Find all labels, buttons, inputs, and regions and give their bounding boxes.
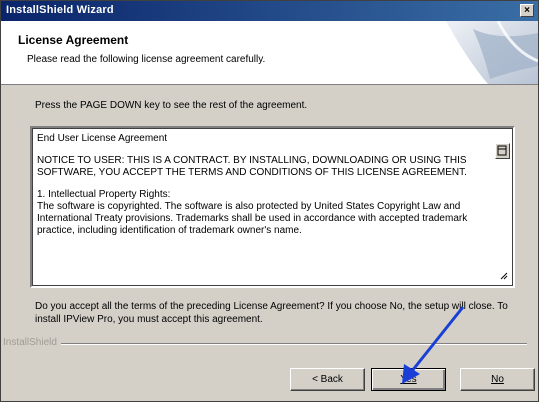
footer-divider: [61, 343, 527, 345]
license-heading: End User License Agreement: [37, 133, 168, 144]
accept-question: Do you accept all the terms of the prece…: [35, 301, 508, 325]
installer-window: InstallShield Wizard × License Agreement…: [0, 0, 539, 402]
page-subtitle: Please read the following license agreem…: [27, 54, 266, 65]
yes-button[interactable]: Yes: [371, 368, 446, 391]
scroll-thumb-icon: [497, 145, 507, 156]
license-text-area[interactable]: End User License Agreement NOTICE TO USE…: [30, 126, 515, 288]
page-title: License Agreement: [18, 33, 129, 47]
license-notice: NOTICE TO USER: THIS IS A CONTRACT. BY I…: [37, 155, 467, 178]
title-bar[interactable]: InstallShield Wizard ×: [1, 1, 538, 21]
window-title: InstallShield Wizard: [6, 4, 114, 16]
back-button[interactable]: < Back: [290, 368, 365, 391]
license-content: End User License Agreement NOTICE TO USE…: [37, 133, 491, 282]
no-button[interactable]: No: [460, 368, 535, 391]
instructions-text: Press the PAGE DOWN key to see the rest …: [35, 100, 308, 111]
resize-grip-icon: [500, 272, 507, 280]
yes-button-label: Yes: [400, 374, 417, 385]
scroll-thumb[interactable]: [495, 143, 510, 159]
wizard-header: License Agreement Please read the follow…: [1, 21, 538, 85]
vertical-scrollbar[interactable]: [495, 131, 510, 283]
close-icon: ×: [524, 5, 530, 16]
installshield-brand: InstallShield: [3, 337, 57, 348]
license-section-title: 1. Intellectual Property Rights:: [37, 189, 171, 200]
license-section-body: The software is copyrighted. The softwar…: [37, 201, 468, 236]
header-graphic: [428, 21, 538, 84]
back-button-label: < Back: [312, 374, 343, 385]
scroll-down-button[interactable]: [495, 269, 510, 283]
close-button[interactable]: ×: [520, 4, 534, 17]
no-button-label: No: [491, 374, 504, 385]
